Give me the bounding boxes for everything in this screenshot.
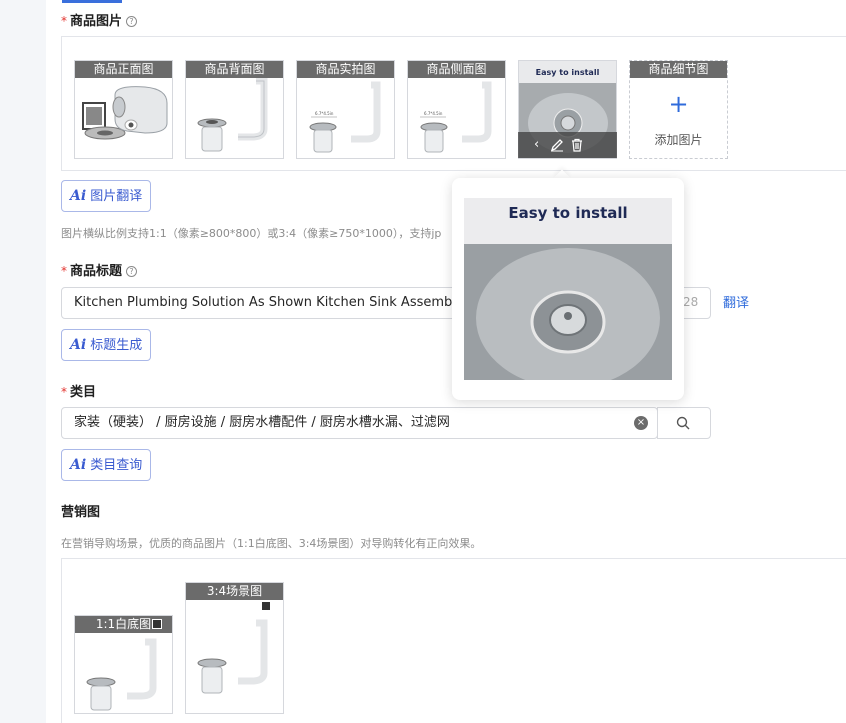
image-preview-popup: Easy to install [452,178,684,400]
thumb-caption: 3:4场景图 [186,583,283,600]
category-input[interactable]: 家装（硬装） / 厨房设施 / 厨房水槽配件 / 厨房水槽水漏、过滤网 [61,407,658,439]
title-char-count: 28 [683,295,699,309]
marketing-thumb-scene[interactable]: 3:4场景图 [185,582,284,714]
image-thumb-side[interactable]: 6.7*4.5in 商品侧面图 [407,60,506,159]
title-label-text: 商品标题 [70,264,123,279]
marketing-images-box [61,558,846,723]
crop-icon[interactable] [261,601,271,611]
thumb-caption: 商品侧面图 [408,61,505,78]
thumb-caption: 商品细节图 [630,61,727,78]
thumb-caption: 商品背面图 [186,61,283,78]
category-query-button[interactable]: Ai 类目查询 [61,449,152,481]
ai-icon: Ai [70,188,87,204]
question-circle-icon[interactable]: ? [126,16,138,27]
image-thumb-front[interactable]: 商品正面图 [74,60,173,159]
preview-caption: Easy to install [508,204,628,222]
clear-circle-icon[interactable]: × [634,416,648,430]
chevron-left-icon[interactable]: ‹ [534,136,539,154]
title-value: Kitchen Plumbing Solution As Shown Kitch… [74,295,478,310]
category-label: * 类目 [61,381,96,400]
category-label-text: 类目 [70,385,97,400]
title-label: * 商品标题? [61,260,138,279]
sink-basin-image [464,198,672,380]
required-mark: * [61,14,67,28]
search-icon [676,416,690,430]
image-thumb-actual[interactable]: 6.7*4.5in 商品实拍图 [296,60,395,159]
thumb-caption: 商品正面图 [75,61,172,78]
plus-icon: + [668,90,689,118]
category-value: 家装（硬装） / 厨房设施 / 厨房水槽配件 / 厨房水槽水漏、过滤网 [74,415,450,430]
product-images-label: * 商品图片? [61,10,138,29]
marketing-label: 营销图 [61,505,101,520]
image-thumb-back[interactable]: 商品背面图 [185,60,284,159]
thumb-caption: Easy to install [535,68,600,77]
ai-icon: Ai [70,337,87,353]
translate-link[interactable]: 翻译 [723,292,749,311]
ai-icon: Ai [70,457,87,473]
product-images-label-text: 商品图片 [70,14,123,29]
add-detail-image[interactable]: 商品细节图 + 添加图片 [629,60,728,159]
active-tab-indicator [62,0,122,3]
svg-text:6.7*4.5in: 6.7*4.5in [315,111,334,116]
crop-icon[interactable] [152,619,162,629]
title-generate-button[interactable]: Ai 标题生成 [61,329,152,361]
button-label: 标题生成 [90,338,143,353]
button-label: 图片翻译 [90,189,143,204]
image-ratio-hint: 图片横纵比例支持1:1（像素≥800*800）或3:4（像素≥750*1000）… [61,227,442,240]
required-mark: * [61,264,67,278]
trash-icon[interactable] [570,138,584,158]
marketing-hint: 在营销导购场景，优质的商品图片（1:1白底图、3:4场景图）对导购转化有正向效果… [61,537,482,550]
thumb-caption: 商品实拍图 [297,61,394,78]
preview-image: Easy to install [464,198,672,380]
image-translate-button[interactable]: Ai 图片翻译 [61,180,152,212]
marketing-thumb-white[interactable]: 1:1白底图 [74,615,173,714]
svg-text:6.7*4.5in: 6.7*4.5in [424,111,443,116]
pencil-icon[interactable] [550,138,564,158]
category-search-button[interactable] [657,407,711,439]
add-image-label: 添加图片 [654,133,703,147]
question-circle-icon[interactable]: ? [126,266,138,277]
button-label: 类目查询 [90,458,143,473]
required-mark: * [61,385,67,399]
thumb-action-bar [518,132,617,158]
